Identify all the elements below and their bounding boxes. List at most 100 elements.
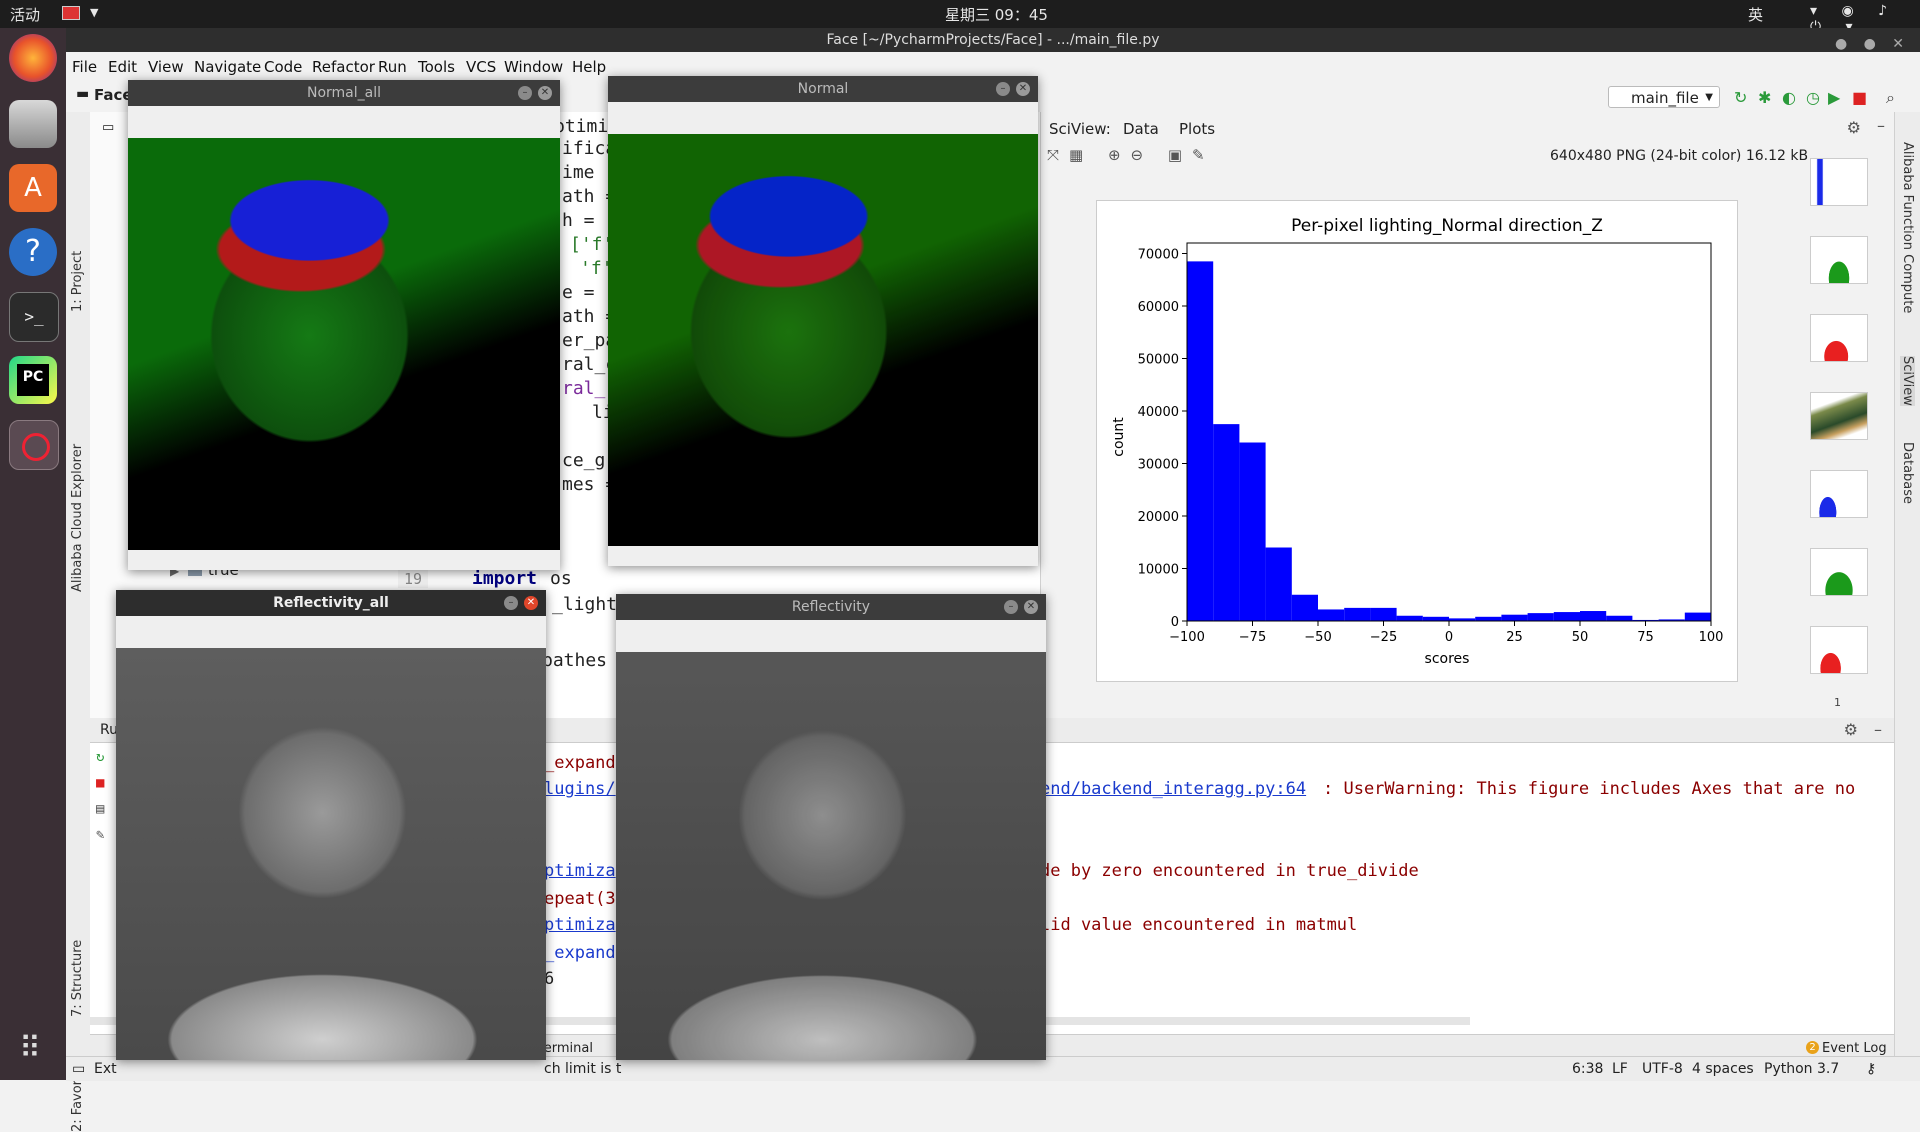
cv-window-title[interactable]: Reflectivity_all	[116, 590, 546, 616]
gear-icon[interactable]: ⚙	[1847, 118, 1861, 137]
menu-file[interactable]: File	[72, 58, 97, 76]
project-breadcrumb[interactable]: Face	[94, 86, 133, 104]
close-icon[interactable]: ✕	[524, 596, 538, 610]
tab-data[interactable]: Data	[1123, 120, 1159, 138]
tab-terminal[interactable]: Terminal	[538, 1041, 593, 1056]
app-menu-icon[interactable]	[62, 6, 80, 20]
run-config-selector[interactable]: main_file ▼	[1608, 86, 1720, 108]
menu-vcs[interactable]: VCS	[466, 58, 496, 76]
concurrency-icon[interactable]: ▶	[1828, 88, 1840, 107]
cv-window-reflectivity[interactable]: Reflectivity – ✕	[616, 594, 1046, 1060]
x-tick-label: 0	[1445, 630, 1453, 645]
menu-edit[interactable]: Edit	[108, 58, 137, 76]
console-link[interactable]: lugins/	[544, 779, 616, 799]
console-link[interactable]: ptimiza	[544, 861, 616, 881]
clock[interactable]: 星期三 09：45	[945, 4, 1048, 25]
y-tick-label: 0	[1171, 615, 1179, 630]
search-icon[interactable]: ⌕	[1886, 88, 1895, 108]
recording-app-icon[interactable]	[9, 420, 59, 470]
plot-thumbnail[interactable]	[1810, 626, 1868, 674]
histogram-bar	[1684, 612, 1711, 621]
file-encoding[interactable]: UTF-8	[1642, 1061, 1683, 1077]
cv-window-title[interactable]: Normal_all	[128, 80, 560, 106]
menu-run[interactable]: Run	[378, 58, 407, 76]
right-tool-strip: Alibaba Function Compute SciView Databas…	[1894, 112, 1920, 1056]
alibaba-function-compute-tab[interactable]: Alibaba Function Compute	[1900, 142, 1915, 313]
software-center-icon[interactable]: A	[9, 164, 57, 212]
plot-thumbnail[interactable]	[1810, 158, 1868, 206]
menu-window[interactable]: Window	[504, 58, 563, 76]
gear-icon[interactable]: ⚙	[1844, 720, 1858, 739]
project-tool-tab[interactable]: 1: Project	[70, 251, 85, 312]
structure-tool-tab[interactable]: 7: Structure	[70, 940, 85, 1017]
cv-window-reflectivity-all[interactable]: Reflectivity_all – ✕	[116, 590, 546, 1060]
status-message-tail: ch limit is t	[544, 1061, 622, 1077]
image-tools-icons[interactable]: ⤧▦ ⊕⊖ ▣✎	[1047, 146, 1215, 164]
python-interpreter[interactable]: Python 3.7	[1764, 1061, 1839, 1077]
menu-navigate[interactable]: Navigate	[194, 58, 261, 76]
lock-icon[interactable]: ⚷	[1866, 1061, 1876, 1077]
alibaba-cloud-explorer-tab[interactable]: Alibaba Cloud Explorer	[70, 444, 85, 592]
coverage-icon[interactable]: ◐	[1782, 88, 1796, 107]
histogram-bar	[1318, 609, 1345, 621]
plot-thumbnail[interactable]	[1810, 548, 1868, 596]
plot-thumbnail[interactable]	[1810, 392, 1868, 440]
status-icon[interactable]: ▭	[72, 1061, 85, 1077]
terminal-icon[interactable]: >_	[9, 292, 59, 342]
close-icon[interactable]: ✕	[1016, 82, 1030, 96]
menu-tools[interactable]: Tools	[418, 58, 455, 76]
activities-button[interactable]: 活动	[10, 4, 40, 25]
menu-help[interactable]: Help	[572, 58, 606, 76]
pin-icon[interactable]: ✎	[96, 827, 104, 843]
plot-thumbnail[interactable]	[1810, 236, 1868, 284]
stop-icon[interactable]: ■	[96, 775, 104, 791]
minimize-icon[interactable]: –	[518, 86, 532, 100]
y-tick-label: 50000	[1138, 353, 1179, 368]
indent-setting[interactable]: 4 spaces	[1692, 1061, 1754, 1077]
image-info: 640x480 PNG (24-bit color) 16.12 kB	[1550, 148, 1809, 164]
console-warning: de by zero encountered in true_divide	[1040, 861, 1419, 881]
caret-position[interactable]: 6:38	[1572, 1061, 1603, 1077]
input-method-indicator[interactable]: 英	[1748, 4, 1763, 25]
database-tool-tab[interactable]: Database	[1900, 442, 1915, 504]
minimize-icon[interactable]: –	[1877, 116, 1885, 135]
firefox-icon[interactable]	[9, 34, 57, 82]
plot-thumbnail[interactable]	[1810, 314, 1868, 362]
plot-thumbnail[interactable]	[1810, 470, 1868, 518]
close-icon[interactable]: ✕	[538, 86, 552, 100]
chevron-down-icon[interactable]: ▼	[90, 6, 98, 19]
menu-code[interactable]: Code	[264, 58, 302, 76]
histogram-bar	[1475, 616, 1502, 621]
tab-event-log[interactable]: Event Log	[1822, 1041, 1887, 1056]
minimize-icon[interactable]: –	[1004, 600, 1018, 614]
menu-view[interactable]: View	[148, 58, 184, 76]
rerun-icon[interactable]: ↻	[1734, 88, 1747, 107]
layout-icon[interactable]: ▤	[96, 801, 104, 817]
tab-plots[interactable]: Plots	[1179, 120, 1215, 138]
x-tick-label: 75	[1637, 630, 1654, 645]
minimize-icon[interactable]: –	[1874, 720, 1882, 739]
sciview-tool-tab[interactable]: SciView	[1900, 356, 1915, 406]
minimize-icon[interactable]: –	[996, 82, 1010, 96]
cv-window-normal[interactable]: Normal – ✕	[608, 76, 1038, 566]
cv-window-title[interactable]: Reflectivity	[616, 594, 1046, 620]
console-link[interactable]: ptimiza	[544, 915, 616, 935]
profile-icon[interactable]: ◷	[1806, 88, 1820, 107]
code-line: e =	[562, 282, 595, 303]
minimize-icon[interactable]: –	[504, 596, 518, 610]
menu-refactor[interactable]: Refactor	[312, 58, 375, 76]
histogram-bar	[1187, 261, 1214, 621]
cv-window-title[interactable]: Normal	[608, 76, 1038, 102]
files-icon[interactable]	[9, 100, 57, 148]
debug-icon[interactable]: ✱	[1758, 88, 1771, 107]
show-applications-icon[interactable]: ⠿	[19, 1034, 49, 1064]
cv-window-normal-all[interactable]: Normal_all – ✕	[128, 80, 560, 570]
pycharm-icon[interactable]: PC	[9, 356, 57, 404]
close-icon[interactable]: ✕	[1024, 600, 1038, 614]
help-icon[interactable]: ?	[9, 228, 57, 276]
line-separator[interactable]: LF	[1612, 1061, 1628, 1077]
rerun-icon[interactable]: ↻	[96, 749, 104, 765]
histogram-bar	[1396, 615, 1423, 621]
console-link[interactable]: end/backend_interagg.py:64	[1040, 779, 1306, 799]
stop-icon[interactable]: ■	[1852, 88, 1867, 107]
